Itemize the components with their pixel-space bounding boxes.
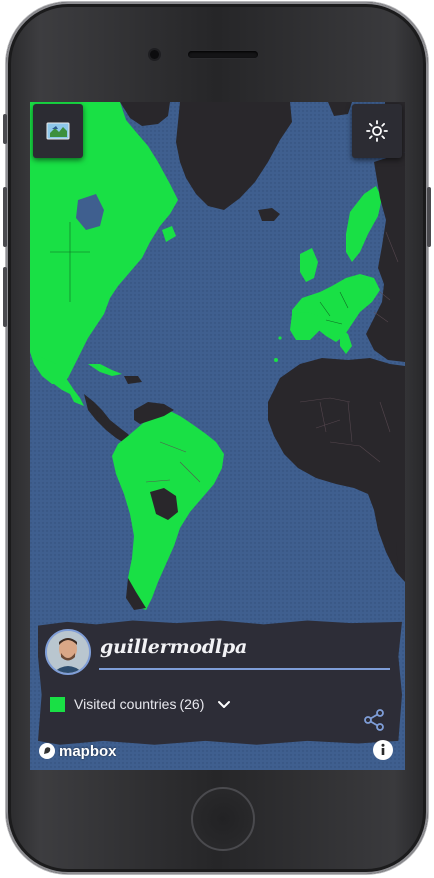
power-button [427, 187, 431, 247]
profile-panel: guillermodlpa Visited countries (26) [38, 620, 402, 745]
mapbox-attribution[interactable]: mapbox [38, 742, 117, 760]
legend-count: (26) [179, 696, 205, 712]
volume-down-button [3, 267, 7, 327]
share-button[interactable] [362, 708, 386, 732]
volume-up-button [3, 187, 7, 247]
user-avatar-icon [47, 631, 89, 673]
visited-swatch [50, 696, 65, 712]
canaries [278, 336, 282, 340]
mapbox-wordmark: mapbox [59, 742, 117, 760]
cape-verde [274, 358, 278, 362]
map-style-button[interactable] [33, 104, 83, 158]
username: guillermodlpa [100, 636, 248, 658]
front-camera [150, 50, 159, 59]
sun-icon [366, 120, 388, 142]
info-button[interactable] [372, 739, 394, 761]
mute-switch [3, 114, 7, 144]
mapbox-logo-icon [39, 743, 55, 759]
map-layers-icon [46, 122, 70, 140]
share-icon [364, 709, 384, 731]
avatar[interactable] [45, 629, 91, 675]
home-button[interactable] [191, 787, 255, 851]
visited-legend[interactable]: Visited countries (26) [50, 694, 232, 714]
theme-toggle-button[interactable] [352, 104, 402, 158]
app-screen: guillermodlpa Visited countries (26) map… [30, 102, 405, 770]
info-icon [373, 740, 393, 760]
legend-label: Visited countries [74, 696, 177, 712]
username-underline [99, 668, 390, 670]
earpiece-speaker [188, 51, 258, 58]
chevron-down-icon[interactable] [216, 696, 232, 712]
